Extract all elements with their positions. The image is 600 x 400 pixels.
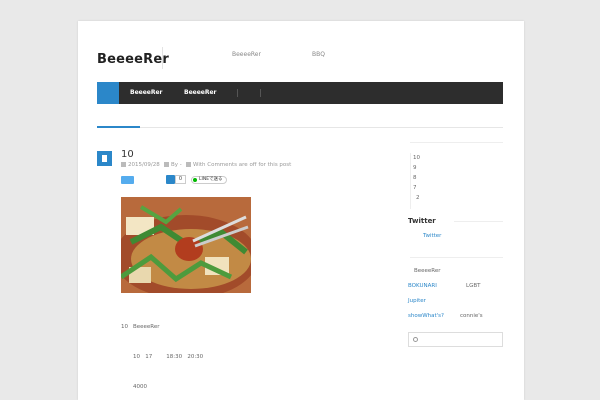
- nav-item-1[interactable]: BeeeeRer: [130, 89, 163, 96]
- user-icon: [164, 162, 169, 167]
- sidebar-list-item[interactable]: 7: [413, 185, 417, 191]
- post-image: [121, 197, 251, 293]
- sidebar-text-connie: connie's: [460, 313, 483, 319]
- sidebar-site-label: BeeeeRer: [414, 268, 441, 274]
- sidebar-link-jupiter[interactable]: Jupiter: [408, 298, 426, 304]
- nav-separator: [237, 89, 238, 97]
- sidebar-list-item[interactable]: 9: [413, 165, 417, 171]
- tab-active-indicator[interactable]: [97, 126, 140, 128]
- post-comments-text: With Comments are off for this post: [193, 162, 292, 168]
- post-date-text: 2015/09/28: [128, 162, 160, 168]
- sidebar-link-bokunari[interactable]: BOKUNARI: [408, 283, 437, 289]
- sidebar-link-showwhat[interactable]: showWhat's?: [408, 313, 444, 319]
- hatena-count: 0: [175, 175, 186, 184]
- sidebar-list-item[interactable]: 2: [416, 195, 420, 201]
- tab-underline: [97, 127, 503, 128]
- nav-item-2[interactable]: BeeeeRer: [184, 89, 217, 96]
- post-title[interactable]: 10: [121, 149, 134, 160]
- header-divider: [162, 47, 163, 69]
- nav-home-button[interactable]: [97, 82, 119, 104]
- line-share-button[interactable]: LINEで送る: [191, 176, 227, 184]
- heading-rule: [454, 221, 503, 222]
- paragraph-num: 10: [121, 324, 128, 330]
- hatena-bookmark-button[interactable]: [166, 175, 175, 184]
- calendar-icon: [121, 162, 126, 167]
- tweet-button[interactable]: [121, 176, 134, 184]
- sidebar-text-lgbt: LGBT: [466, 283, 481, 289]
- post-date: 2015/09/28: [121, 162, 160, 168]
- paragraph-text: BeeeeRer: [133, 324, 160, 330]
- page-container: BeeeeRer BeeeeRer BBQ BeeeeRer BeeeeRer …: [78, 21, 524, 400]
- sidebar-list-item[interactable]: 10: [413, 155, 420, 161]
- post-format-icon: [97, 151, 112, 166]
- post-author-text: By -: [171, 162, 182, 168]
- twitter-link[interactable]: Twitter: [423, 233, 441, 239]
- search-icon: [413, 337, 418, 342]
- sidebar-divider: [410, 257, 503, 258]
- post-comments: With Comments are off for this post: [186, 162, 291, 168]
- header-link-1[interactable]: BeeeeRer: [232, 51, 261, 58]
- sidebar-list-item[interactable]: 8: [413, 175, 417, 181]
- sidebar-list-border: [410, 153, 411, 209]
- search-input[interactable]: [408, 332, 503, 347]
- sidebar-divider: [410, 142, 503, 143]
- post-author: By -: [164, 162, 182, 168]
- comment-icon: [186, 162, 191, 167]
- site-title[interactable]: BeeeeRer: [97, 52, 169, 67]
- header-link-2[interactable]: BBQ: [312, 51, 325, 58]
- main-nav: BeeeeRer BeeeeRer: [97, 82, 503, 104]
- paragraph-text: 10 17 18:30 20:30: [133, 354, 204, 360]
- paragraph-text: 4000: [133, 384, 147, 390]
- twitter-heading: Twitter: [408, 217, 436, 225]
- nav-separator: [260, 89, 261, 97]
